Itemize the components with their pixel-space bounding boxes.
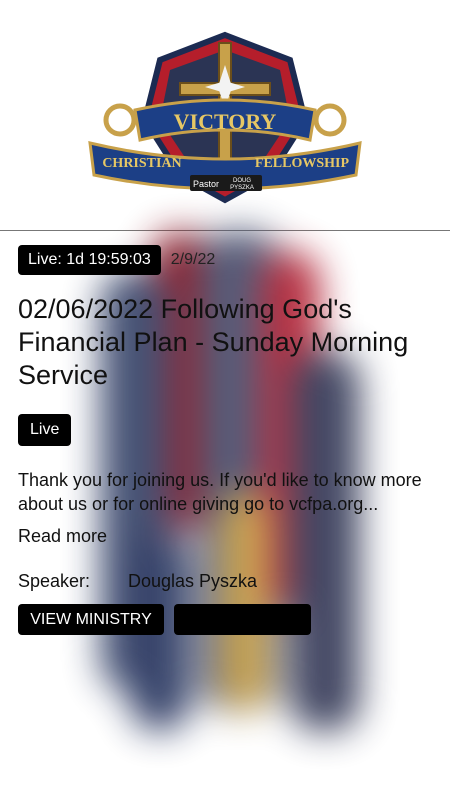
svg-text:FELLOWSHIP: FELLOWSHIP <box>255 156 350 171</box>
svg-text:Pastor: Pastor <box>193 179 219 189</box>
speaker-name: Douglas Pyszka <box>128 571 258 591</box>
svg-text:PYSZKA: PYSZKA <box>230 185 254 191</box>
svg-text:DOUG: DOUG <box>233 178 251 184</box>
read-more-link[interactable]: Read more <box>18 526 432 547</box>
victory-christian-fellowship-logo: VICTORY CHRISTIAN FELLOWSHIP Pastor DOUG… <box>88 31 362 204</box>
event-description: Thank you for joining us. If you'd like … <box>18 470 422 514</box>
live-badge: Live <box>18 414 72 446</box>
event-date: 2/9/22 <box>170 251 216 268</box>
speaker-row: Speaker: Douglas Pyszka <box>18 571 432 592</box>
event-details: Live: 1d 19:59:03 2/9/22 02/06/2022 Foll… <box>18 231 432 635</box>
view-ministry-button[interactable]: VIEW MINISTRY <box>18 604 164 635</box>
event-title: 02/06/2022 Following God's Financial Pla… <box>18 294 409 390</box>
secondary-button[interactable] <box>174 604 311 635</box>
header-banner: VICTORY CHRISTIAN FELLOWSHIP Pastor DOUG… <box>0 10 450 231</box>
svg-text:VICTORY: VICTORY <box>174 109 277 134</box>
svg-text:CHRISTIAN: CHRISTIAN <box>102 156 181 171</box>
speaker-label: Speaker: <box>18 571 91 591</box>
action-buttons: VIEW MINISTRY <box>18 604 432 635</box>
live-countdown-chip: Live: 1d 19:59:03 <box>18 245 161 275</box>
